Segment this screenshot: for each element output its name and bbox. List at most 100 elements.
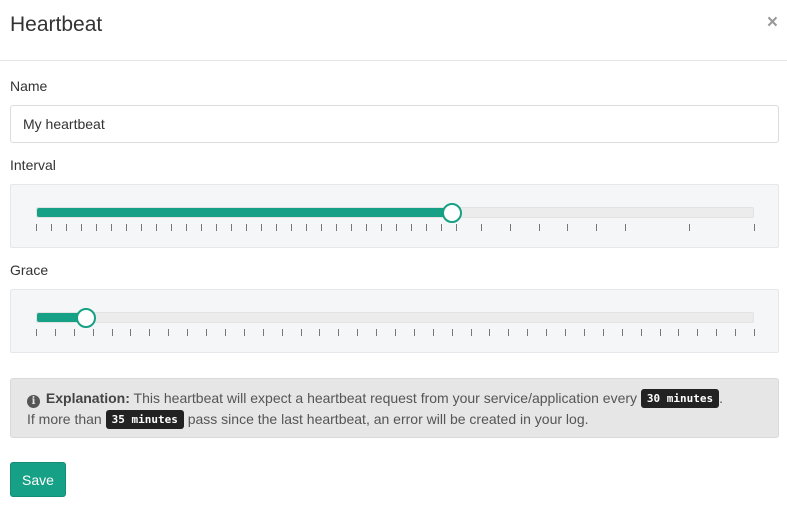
interval-slider-tick — [754, 224, 755, 231]
grace-slider-tick — [300, 329, 302, 336]
interval-slider-tick — [509, 224, 511, 231]
name-input[interactable] — [10, 105, 779, 143]
grace-slider-tick — [224, 329, 226, 336]
interval-slider-tick — [567, 224, 569, 231]
grace-slider-tick — [413, 329, 415, 336]
info-circle-icon: i — [27, 395, 40, 408]
interval-slider-tick — [246, 224, 247, 231]
grace-slider-tick — [716, 329, 718, 336]
grace-slider-tick — [262, 329, 264, 336]
interval-slider-tick — [411, 224, 413, 231]
grace-slider-tick — [187, 329, 189, 336]
interval-slider-track[interactable] — [36, 202, 754, 223]
grace-slider-tick — [527, 329, 529, 336]
grace-slider-tick — [697, 329, 699, 336]
close-icon[interactable]: × — [767, 13, 778, 33]
dialog-title: Heartbeat — [10, 13, 103, 36]
grace-slider-tick — [357, 329, 359, 336]
interval-slider-tick — [156, 224, 157, 231]
grace-slider-tick — [583, 329, 585, 336]
interval-slider-tick — [201, 224, 202, 231]
explanation-text-2: . — [719, 390, 724, 406]
grace-slider-tick — [565, 329, 567, 336]
interval-slider-fill — [37, 208, 453, 217]
save-button[interactable]: Save — [10, 462, 66, 497]
grace-slider-tick — [508, 329, 510, 336]
grace-slider-tick — [111, 329, 113, 336]
interval-slider-tick — [689, 224, 691, 231]
interval-slider-tick — [261, 224, 263, 231]
interval-slider-tick — [66, 224, 67, 231]
grace-slider-tick — [395, 329, 396, 336]
explanation-text-3: If more than — [27, 411, 102, 427]
grace-slider-tick — [168, 329, 170, 336]
interval-slider-tick — [321, 224, 323, 231]
grace-slider-tick — [659, 329, 661, 336]
interval-slider-tick — [624, 224, 626, 231]
interval-slider-tick — [291, 224, 293, 231]
interval-slider-tick — [441, 224, 443, 231]
interval-slider-tick — [141, 224, 142, 231]
interval-slider-tick — [231, 224, 232, 231]
interval-slider-tick — [396, 224, 398, 231]
interval-slider-tick — [596, 224, 598, 231]
grace-slider-tick — [754, 329, 755, 336]
grace-slider-panel — [10, 289, 779, 353]
interval-slider-panel — [10, 184, 779, 248]
grace-slider-tick — [735, 329, 737, 336]
grace-slider-tick — [319, 329, 321, 336]
grace-slider-tick — [470, 329, 472, 336]
interval-slider-handle[interactable] — [442, 202, 463, 223]
grace-slider-tick — [376, 329, 378, 336]
grace-slider-tick — [36, 329, 37, 336]
explanation-text-1: This heartbeat will expect a heartbeat r… — [133, 390, 638, 406]
grace-slider-track[interactable] — [36, 307, 754, 328]
interval-slider-tick — [426, 224, 428, 231]
interval-label: Interval — [10, 157, 56, 173]
grace-slider-tick — [621, 329, 623, 336]
grace-slider-tick — [149, 329, 151, 336]
explanation-heading: Explanation: — [45, 390, 130, 406]
interval-slider-tick — [36, 224, 37, 231]
dialog-header: Heartbeat × — [0, 0, 787, 61]
interval-slider-tick — [351, 224, 353, 231]
interval-slider-tick — [481, 224, 483, 231]
grace-code: 35 minutes — [105, 410, 184, 429]
grace-slider-tick — [338, 329, 340, 336]
grace-slider-tick — [206, 329, 208, 336]
grace-label: Grace — [10, 262, 49, 278]
name-label: Name — [10, 78, 48, 94]
grace-slider-tick — [432, 329, 434, 336]
grace-slider-tick — [451, 329, 453, 336]
grace-slider-tick — [130, 329, 132, 336]
interval-slider-ticks — [36, 224, 755, 232]
interval-slider-tick — [186, 224, 187, 231]
grace-slider-tick — [92, 329, 94, 336]
grace-slider-handle[interactable] — [75, 307, 96, 328]
grace-slider-tick — [602, 329, 604, 336]
interval-slider-tick — [276, 224, 278, 231]
interval-slider-tick — [171, 224, 172, 231]
grace-slider-tick — [73, 329, 75, 336]
interval-slider-tick — [381, 224, 383, 231]
grace-slider-tick — [678, 329, 680, 336]
interval-slider-tick — [306, 224, 308, 231]
interval-slider-tick — [96, 224, 97, 231]
grace-slider-tick — [489, 329, 491, 336]
interval-slider-tick — [111, 224, 112, 231]
interval-slider-tick — [51, 224, 52, 231]
grace-slider-tick — [546, 329, 548, 336]
interval-code: 30 minutes — [640, 389, 720, 408]
grace-slider-tick — [54, 329, 56, 336]
interval-slider-tick — [81, 224, 82, 231]
interval-slider-tick — [336, 224, 338, 231]
interval-slider-tick — [126, 224, 127, 231]
interval-slider-tick — [216, 224, 217, 231]
interval-slider-tick — [366, 224, 368, 231]
grace-slider-ticks — [36, 329, 755, 337]
interval-slider-tick — [538, 224, 540, 231]
explanation-box: i Explanation: This heartbeat will expec… — [10, 378, 779, 438]
grace-slider-tick — [243, 329, 245, 336]
interval-slider-tick — [456, 224, 458, 231]
grace-slider-tick — [281, 329, 283, 336]
